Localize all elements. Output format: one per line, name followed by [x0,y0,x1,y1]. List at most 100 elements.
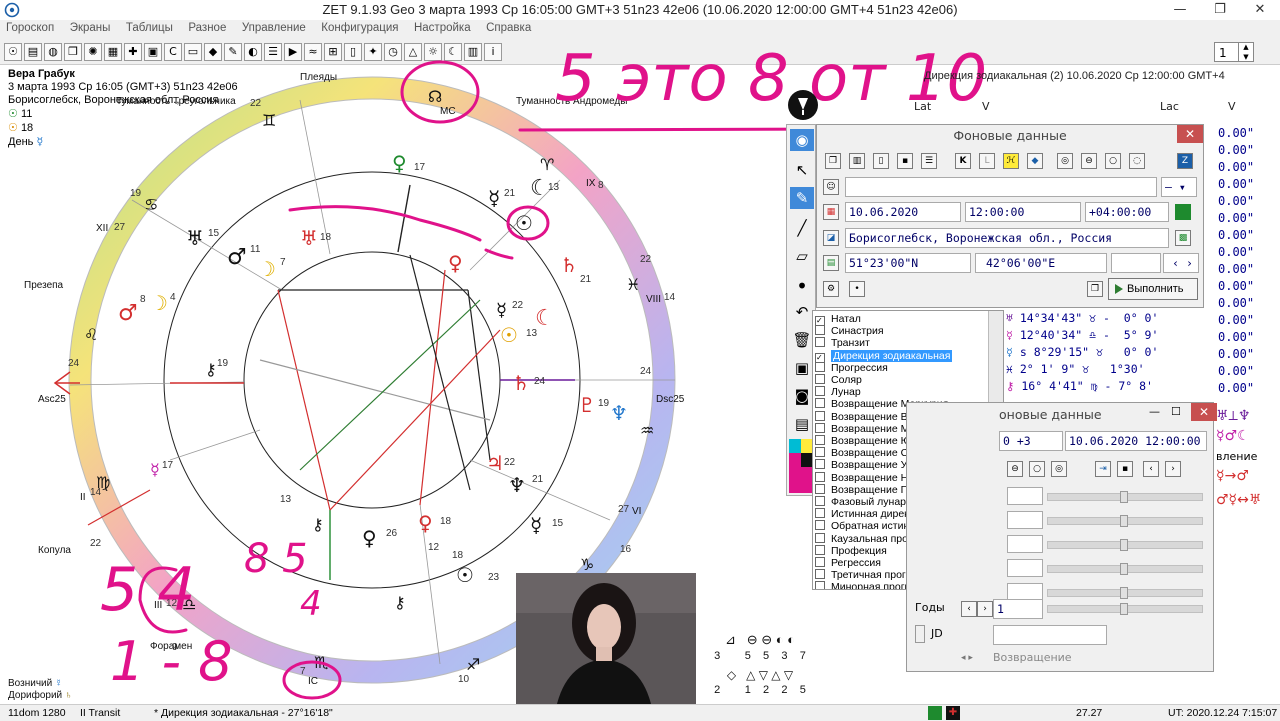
mode-checkbox[interactable] [815,435,825,445]
tz-field[interactable]: +04:00:00 [1085,202,1169,222]
mode-item[interactable]: Транзит [815,337,870,349]
mode-item[interactable]: ✓ Дирекция зодиакальная [815,349,953,363]
jd-toggle[interactable] [915,625,925,643]
panel2-prev-icon[interactable]: ‹ [1143,461,1159,477]
slider-years[interactable] [1047,603,1203,615]
panel-close-button[interactable]: ✕ [1177,125,1203,143]
mode-item[interactable]: Лунар [815,386,861,398]
highlighter-tool-icon[interactable]: ✎ [790,187,814,209]
info-icon[interactable]: i [484,43,502,61]
mode-item[interactable]: Фазовый лунар [815,496,906,508]
z-icon[interactable]: Z [1177,153,1193,169]
years-field[interactable]: 1 [993,599,1043,619]
sun-icon[interactable]: ☼ [424,43,442,61]
screen-tool-icon[interactable]: ▣ [790,357,814,379]
place-field[interactable]: Борисоглебск, Воронежская обл., Россия [845,228,1169,248]
mode-item[interactable]: Прогрессия [815,361,888,374]
eye-tool-icon[interactable]: ◉ [790,129,814,151]
mode-checkbox[interactable] [815,471,825,482]
spin-arrows[interactable]: ▲ ▼ [1238,42,1253,62]
mode-checkbox[interactable] [815,398,825,409]
mode-checkbox[interactable] [815,508,825,519]
moon-icon[interactable]: ☾ [444,43,462,61]
screen-icon[interactable]: ▭ [184,43,202,61]
pen-tool-icon[interactable]: ╱ [790,217,814,239]
doc-icon[interactable]: ▯ [344,43,362,61]
wheel-icon[interactable]: ✺ [84,43,102,61]
mode-item[interactable]: Соляр [815,374,862,386]
horoscope-icon[interactable]: ☉ [4,43,22,61]
mode-checkbox[interactable] [815,581,825,589]
mode-checkbox[interactable] [815,496,825,506]
slider-5[interactable] [1047,587,1203,599]
minimize-button[interactable]: — [1160,0,1200,20]
slider-3[interactable] [1047,539,1203,551]
aspects-icon[interactable]: △ [404,43,422,61]
mode-checkbox[interactable] [815,557,825,567]
extra-field[interactable] [1111,253,1161,273]
panel2-go-icon[interactable]: ⇥ [1095,461,1111,477]
dot-tool-icon[interactable]: • [790,275,814,297]
notes-tool-icon[interactable]: ▤ [790,413,814,435]
lon-field[interactable]: 42°06'00"E [975,253,1107,273]
circle-icon[interactable]: ◎ [1057,153,1073,169]
mode-item[interactable]: Регрессия [815,557,881,569]
tools-icon[interactable]: ✎ [224,43,242,61]
menu-horoscope[interactable]: Гороскоп [0,20,60,34]
shield-icon[interactable]: ◆ [1027,153,1043,169]
copy-icon[interactable]: ❐ [825,153,841,169]
jd-field[interactable] [993,625,1107,645]
panel2-field-1[interactable] [1007,487,1043,505]
dot-icon[interactable]: • [849,281,865,297]
layers-icon[interactable]: ▤ [24,43,42,61]
mode-item[interactable]: Синастрия [815,325,884,337]
mode-checkbox[interactable] [815,569,825,580]
shield-icon[interactable]: ◆ [204,43,222,61]
panel2-close-button[interactable]: ✕ [1191,403,1217,421]
wave-icon[interactable]: ≈ [304,43,322,61]
table-icon[interactable]: ☰ [921,153,937,169]
execute-button[interactable]: Выполнить [1108,278,1198,300]
list-icon[interactable]: ☰ [264,43,282,61]
trash-tool-icon[interactable]: 🗑 [790,329,814,351]
panel2-maximize-icon[interactable]: ☐ [1171,405,1181,418]
map-icon[interactable]: ▩ [1175,230,1191,246]
menu-screens[interactable]: Экраны [64,20,117,34]
grid-icon[interactable]: ▦ [104,43,122,61]
mode-checkbox[interactable] [815,361,825,372]
copy2-icon[interactable]: ❐ [1087,281,1103,297]
panel2-field-4[interactable] [1007,559,1043,577]
panel2-dot-icon[interactable]: ◎ [1051,461,1067,477]
mode-checkbox[interactable] [815,386,825,397]
clock-icon[interactable]: ◷ [384,43,402,61]
undo-tool-icon[interactable]: ↶ [790,301,814,323]
mode-checkbox[interactable] [815,483,825,494]
slider-1[interactable] [1047,491,1203,503]
map-icon[interactable]: ▣ [144,43,162,61]
mode-checkbox[interactable] [815,532,825,543]
menu-help[interactable]: Справка [480,20,537,34]
eraser-tool-icon[interactable]: ▱ [790,245,814,267]
chart-icon[interactable]: ◐ [244,43,262,61]
menu-misc[interactable]: Разное [182,20,232,34]
pointer-tool-icon[interactable]: ↖ [790,159,814,181]
copy-icon[interactable]: ❐ [64,43,82,61]
name-dropdown[interactable]: – ▾ [1161,177,1197,197]
mode-checkbox[interactable] [815,337,825,348]
maximize-button[interactable]: ❐ [1200,0,1240,20]
l-icon[interactable]: L [979,153,995,169]
mode-checkbox[interactable] [815,447,825,458]
menu-settings[interactable]: Настройка [408,20,477,34]
panel2-minimize-icon[interactable]: — [1149,405,1160,418]
cross-icon[interactable]: ✚ [124,43,142,61]
mode-item[interactable]: Профекция [815,544,887,557]
close-button[interactable]: ✕ [1240,0,1280,20]
k-icon[interactable]: K [955,153,971,169]
play-icon[interactable]: ▶ [284,43,302,61]
book-icon[interactable]: ▥ [464,43,482,61]
slider-4[interactable] [1047,563,1203,575]
calc-icon[interactable]: ⊞ [324,43,342,61]
panel2-datetime-field[interactable]: 10.06.2020 12:00:00 +4 [1065,431,1207,451]
ring-icon[interactable]: ◌ [1129,153,1145,169]
dot-circle-icon[interactable]: ○ [1105,153,1121,169]
